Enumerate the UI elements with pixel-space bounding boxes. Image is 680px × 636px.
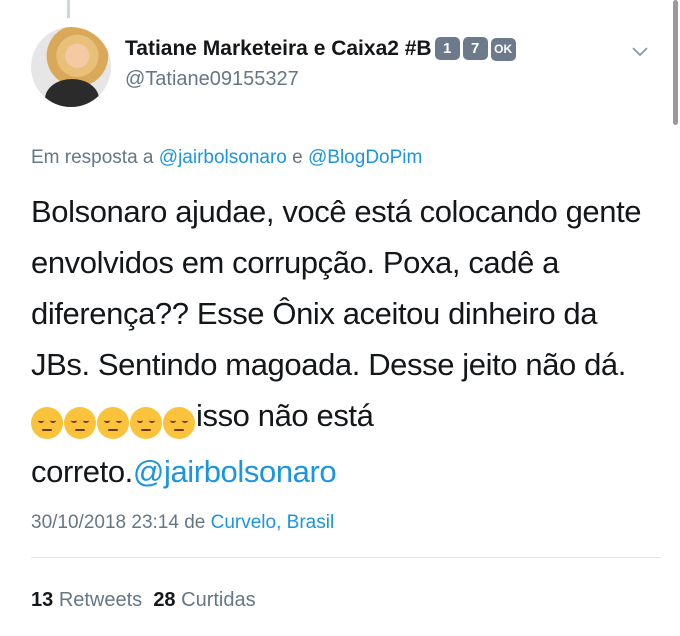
- tweet-meta: 30/10/2018 23:14 de Curvelo, Brasil: [31, 512, 334, 534]
- reply-mention-jairbolsonaro[interactable]: @jairbolsonaro: [159, 147, 287, 168]
- badge-ok: OK: [490, 38, 516, 61]
- badge-keycap-7: 7: [462, 37, 488, 60]
- pensive-face-emoji: [31, 406, 63, 439]
- likes-stat[interactable]: 28 Curtidas: [153, 589, 255, 611]
- pensive-face-emoji: [130, 406, 162, 439]
- likes-label: Curtidas: [181, 589, 256, 611]
- reply-context: Em resposta a @jairbolsonaro e @BlogDoPi…: [31, 147, 422, 169]
- tweet-stats: 13 Retweets 28 Curtidas: [31, 589, 256, 612]
- tweet-datetime[interactable]: 30/10/2018 23:14: [31, 512, 179, 533]
- tweet-text-main: Bolsonaro ajudae, você está colocando ge…: [31, 194, 642, 382]
- divider: [31, 557, 661, 558]
- retweets-count: 13: [31, 589, 54, 611]
- tweet-location[interactable]: Curvelo, Brasil: [211, 512, 335, 533]
- tweet-mention-jairbolsonaro[interactable]: @jairbolsonaro: [133, 454, 337, 489]
- avatar[interactable]: [31, 27, 111, 107]
- pensive-face-emoji: [97, 406, 129, 439]
- chevron-down-icon[interactable]: [632, 44, 648, 60]
- badge-keycap-1: 1: [434, 37, 460, 60]
- reply-conjunction: e: [292, 147, 303, 168]
- user-handle[interactable]: @Tatiane09155327: [125, 68, 299, 91]
- likes-count: 28: [153, 589, 176, 611]
- user-display-name[interactable]: Tatiane Marketeira e Caixa2 #B 1 7 OK: [125, 37, 516, 61]
- reply-mention-blogdopim[interactable]: @BlogDoPim: [308, 147, 422, 168]
- scrollbar[interactable]: [673, 0, 678, 125]
- tweet-text: Bolsonaro ajudae, você está colocando ge…: [31, 186, 661, 497]
- pensive-face-emoji: [163, 406, 195, 439]
- pensive-face-emoji: [64, 406, 96, 439]
- display-name-text: Tatiane Marketeira e Caixa2 #B: [125, 37, 432, 60]
- emoji-row: [31, 395, 196, 446]
- retweets-label: Retweets: [58, 589, 143, 611]
- retweets-stat[interactable]: 13 Retweets: [31, 589, 142, 611]
- thread-connector-line: [67, 0, 70, 18]
- reply-prefix: Em resposta a: [31, 147, 154, 168]
- meta-preposition: de: [184, 512, 206, 533]
